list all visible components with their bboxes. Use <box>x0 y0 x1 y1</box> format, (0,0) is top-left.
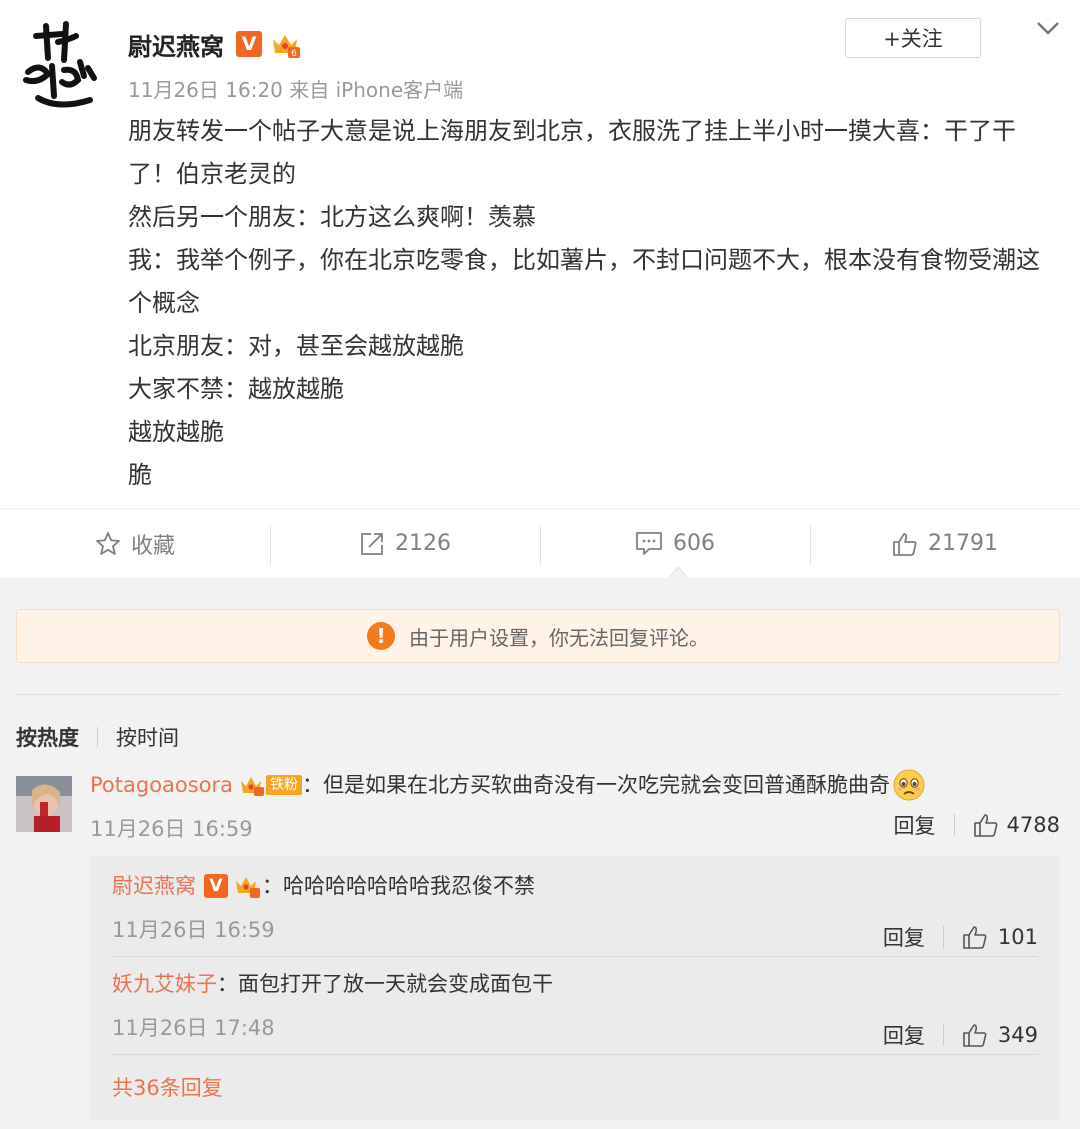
post-paragraph: 北京朋友：对，甚至会越放越脆 <box>128 332 464 360</box>
svg-text:6: 6 <box>291 49 297 59</box>
fan-level-label: 铁粉 <box>266 775 303 795</box>
post-paragraph: 越放越脆 <box>128 418 224 446</box>
post-paragraph: 脆 <box>128 461 152 489</box>
favorite-button[interactable]: 收藏 <box>0 509 270 578</box>
repost-icon <box>361 532 383 555</box>
author-name[interactable]: 尉迟燕窝 <box>128 27 224 62</box>
weibo-post: 尉迟燕窝 V 6 11月26日 16:20 来自 iPhone客户端 +关注 朋… <box>0 0 1080 578</box>
divider <box>16 694 1060 695</box>
post-action-bar: 收藏 2126 606 21791 <box>0 508 1080 578</box>
commenter-avatar[interactable] <box>16 776 72 832</box>
tab-separator <box>97 727 98 747</box>
tab-caret-icon <box>668 566 688 578</box>
verified-badge-icon: V <box>204 874 228 898</box>
reply-disabled-notice: ! 由于用户设置，你无法回复评论。 <box>16 609 1060 663</box>
favorite-label: 收藏 <box>130 533 175 559</box>
warning-icon: ! <box>367 622 395 650</box>
comment-count: 606 <box>673 531 715 556</box>
reply-like-count: 349 <box>997 1023 1038 1047</box>
comment-sort-tabs: 按热度 按时间 <box>16 722 179 752</box>
repost-count: 2126 <box>395 531 451 556</box>
fan-badge: 铁粉 <box>239 773 303 797</box>
reply-text: ：面包打开了放一天就会变成面包干 <box>217 972 553 996</box>
like-button[interactable]: 21791 <box>810 509 1080 578</box>
comment-like-count: 4788 <box>1006 813 1060 837</box>
like-count: 21791 <box>928 531 998 556</box>
thumbs-up-icon <box>893 532 917 556</box>
comment-time: 11月26日 16:59 <box>90 817 253 841</box>
tab-sort-hot[interactable]: 按热度 <box>16 722 79 752</box>
notice-text: 由于用户设置，你无法回复评论。 <box>409 625 709 650</box>
reply-reply-button[interactable]: 回复 <box>883 922 925 952</box>
reply-actions: 回复 101 <box>883 922 1038 952</box>
fan-crown-icon <box>236 877 260 898</box>
reply-item: 尉迟燕窝 V ：哈哈哈哈哈哈哈我忍俊不禁 11月26日 16:59 回复 101 <box>112 868 1038 950</box>
author-row: 尉迟燕窝 V 6 <box>128 26 302 62</box>
repost-button[interactable]: 2126 <box>270 509 540 578</box>
post-paragraph: 朋友转发一个帖子大意是说上海朋友到北京，衣服洗了挂上半小时一摸大喜：干了干了！伯… <box>128 117 1016 188</box>
sad-emoji-icon <box>893 769 925 801</box>
more-replies-link[interactable]: 共36条回复 <box>112 1072 223 1102</box>
author-avatar[interactable] <box>18 18 100 114</box>
fan-crown-icon <box>241 777 265 796</box>
action-separator <box>953 814 955 836</box>
reply-item: 妖九艾妹子 ：面包打开了放一天就会变成面包干 11月26日 17:48 回复 3… <box>112 966 1038 1048</box>
follow-button[interactable]: +关注 <box>845 18 981 58</box>
fan-crown-icon: 6 <box>270 29 302 59</box>
reply-thread: 尉迟燕窝 V ：哈哈哈哈哈哈哈我忍俊不禁 11月26日 16:59 回复 101… <box>90 856 1060 1120</box>
post-body: 朋友转发一个帖子大意是说上海朋友到北京，衣服洗了挂上半小时一摸大喜：干了干了！伯… <box>128 110 1058 497</box>
reply-text: ：哈哈哈哈哈哈哈我忍俊不禁 <box>262 874 535 898</box>
reply-username[interactable]: 尉迟燕窝 <box>112 868 196 904</box>
tab-sort-time[interactable]: 按时间 <box>116 722 179 752</box>
reply-like-count: 101 <box>997 925 1038 949</box>
comment-actions: 回复 4788 <box>894 810 1060 840</box>
thumbs-up-icon[interactable] <box>962 1022 988 1048</box>
post-meta: 11月26日 16:20 来自 iPhone客户端 <box>128 74 463 103</box>
post-paragraph: 大家不禁：越放越脆 <box>128 375 344 403</box>
comment-username[interactable]: Potagoaosora <box>90 766 233 804</box>
action-separator <box>942 926 944 948</box>
reply-divider <box>112 1054 1038 1055</box>
post-paragraph: 我：我举个例子，你在北京吃零食，比如薯片，不封口问题不大，根本没有食物受潮这个概… <box>128 246 1040 317</box>
reply-divider <box>112 956 1038 957</box>
comment-reply-button[interactable]: 回复 <box>894 810 936 840</box>
follow-label: +关注 <box>883 27 943 51</box>
comment-text: ：但是如果在北方买软曲奇没有一次吃完就会变回普通酥脆曲奇 <box>302 773 891 797</box>
reply-reply-button[interactable]: 回复 <box>883 1020 925 1050</box>
comment-icon <box>636 531 662 555</box>
action-separator <box>942 1024 944 1046</box>
reply-line: 妖九艾妹子 ：面包打开了放一天就会变成面包干 <box>112 966 1038 1002</box>
chevron-down-icon[interactable] <box>1036 18 1060 38</box>
reply-actions: 回复 349 <box>883 1020 1038 1050</box>
thumbs-up-icon[interactable] <box>962 924 988 950</box>
post-paragraph: 然后另一个朋友：北方这么爽啊！羡慕 <box>128 203 536 231</box>
post-timestamp: 11月26日 16:20 <box>128 78 283 102</box>
star-icon <box>96 531 120 555</box>
reply-line: 尉迟燕窝 V ：哈哈哈哈哈哈哈我忍俊不禁 <box>112 868 1038 904</box>
thumbs-up-icon[interactable] <box>973 812 999 838</box>
comment-line: Potagoaosora 铁粉 ：但是如果在北方买软曲奇没有一次吃完就会变回普通… <box>90 766 1060 804</box>
verified-badge-icon: V <box>236 31 262 57</box>
post-source: 来自 iPhone客户端 <box>289 78 464 102</box>
reply-username[interactable]: 妖九艾妹子 <box>112 966 217 1002</box>
